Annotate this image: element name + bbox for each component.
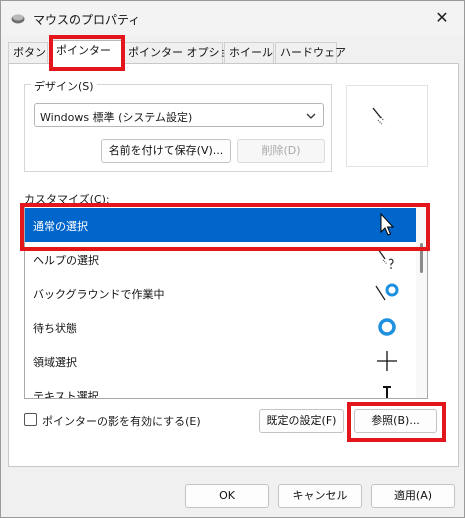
- text-select-cursor-icon: [383, 386, 391, 398]
- crosshair-cursor-icon: [377, 351, 397, 371]
- list-item[interactable]: 通常の選択: [25, 208, 417, 242]
- help-cursor-icon: [377, 248, 394, 269]
- delete-button[interactable]: 削除(D): [237, 139, 325, 163]
- browse-button[interactable]: 参照(B)...: [354, 409, 437, 433]
- cancel-button[interactable]: キャンセル: [278, 484, 362, 508]
- list-item-label: 待ち状態: [33, 322, 77, 335]
- scheme-value: Windows 標準 (システム設定): [40, 111, 193, 124]
- tab-pointers[interactable]: ポインター: [51, 40, 123, 64]
- ok-button[interactable]: OK: [185, 484, 269, 508]
- customize-label: カスタマイズ(C):: [24, 193, 110, 206]
- list-item[interactable]: バックグラウンドで作業中: [25, 276, 417, 310]
- pointer-shadow-label: ポインターの影を有効にする(E): [42, 415, 201, 428]
- list-scrollbar[interactable]: [416, 207, 427, 398]
- window-title: マウスのプロパティ: [33, 13, 141, 27]
- apply-button[interactable]: 適用(A): [371, 484, 455, 508]
- cursor-list[interactable]: 通常の選択 ヘルプの選択 バックグラウンドで作業中 待ち状態 領域選択 テキスト…: [24, 206, 428, 399]
- busy-cursor-icon: [378, 318, 396, 336]
- list-item-label: バックグラウンドで作業中: [33, 288, 165, 301]
- tab-pointer-options[interactable]: ポインター オプション: [123, 42, 242, 64]
- working-in-background-cursor-icon: [375, 283, 399, 301]
- mouse-app-icon: [11, 14, 25, 24]
- list-item[interactable]: ヘルプの選択: [25, 242, 417, 276]
- list-item-label: 領域選択: [33, 356, 77, 369]
- mouse-properties-window: マウスのプロパティ ✕ ボタン ポインター ポインター オプション ホイール ハ…: [0, 0, 465, 518]
- list-item-label: ヘルプの選択: [33, 254, 99, 267]
- list-item[interactable]: 待ち状態: [25, 310, 417, 344]
- close-icon[interactable]: ✕: [432, 8, 452, 28]
- tab-buttons[interactable]: ボタン: [8, 42, 48, 64]
- chevron-down-icon: [306, 113, 316, 119]
- arrow-cursor-icon: [380, 212, 395, 236]
- list-item-label: 通常の選択: [33, 220, 88, 233]
- cursor-preview: [346, 85, 428, 167]
- scrollbar-thumb[interactable]: [420, 243, 423, 273]
- pointer-shadow-checkbox[interactable]: [24, 413, 37, 426]
- scheme-dropdown[interactable]: Windows 標準 (システム設定): [34, 103, 324, 127]
- list-item[interactable]: テキスト選択: [25, 378, 417, 399]
- arrow-cursor-preview-icon: [372, 107, 385, 125]
- title-bar: マウスのプロパティ ✕: [1, 1, 464, 35]
- design-group-label: デザイン(S): [31, 78, 97, 94]
- list-item-label: テキスト選択: [33, 390, 99, 399]
- save-as-button[interactable]: 名前を付けて保存(V)...: [101, 139, 231, 163]
- tab-wheel[interactable]: ホイール: [224, 42, 274, 64]
- tab-hardware[interactable]: ハードウェア: [275, 42, 346, 64]
- tab-strip: ボタン ポインター ポインター オプション ホイール ハードウェア: [8, 40, 459, 64]
- use-default-button[interactable]: 既定の設定(F): [259, 409, 344, 433]
- list-item[interactable]: 領域選択: [25, 344, 417, 378]
